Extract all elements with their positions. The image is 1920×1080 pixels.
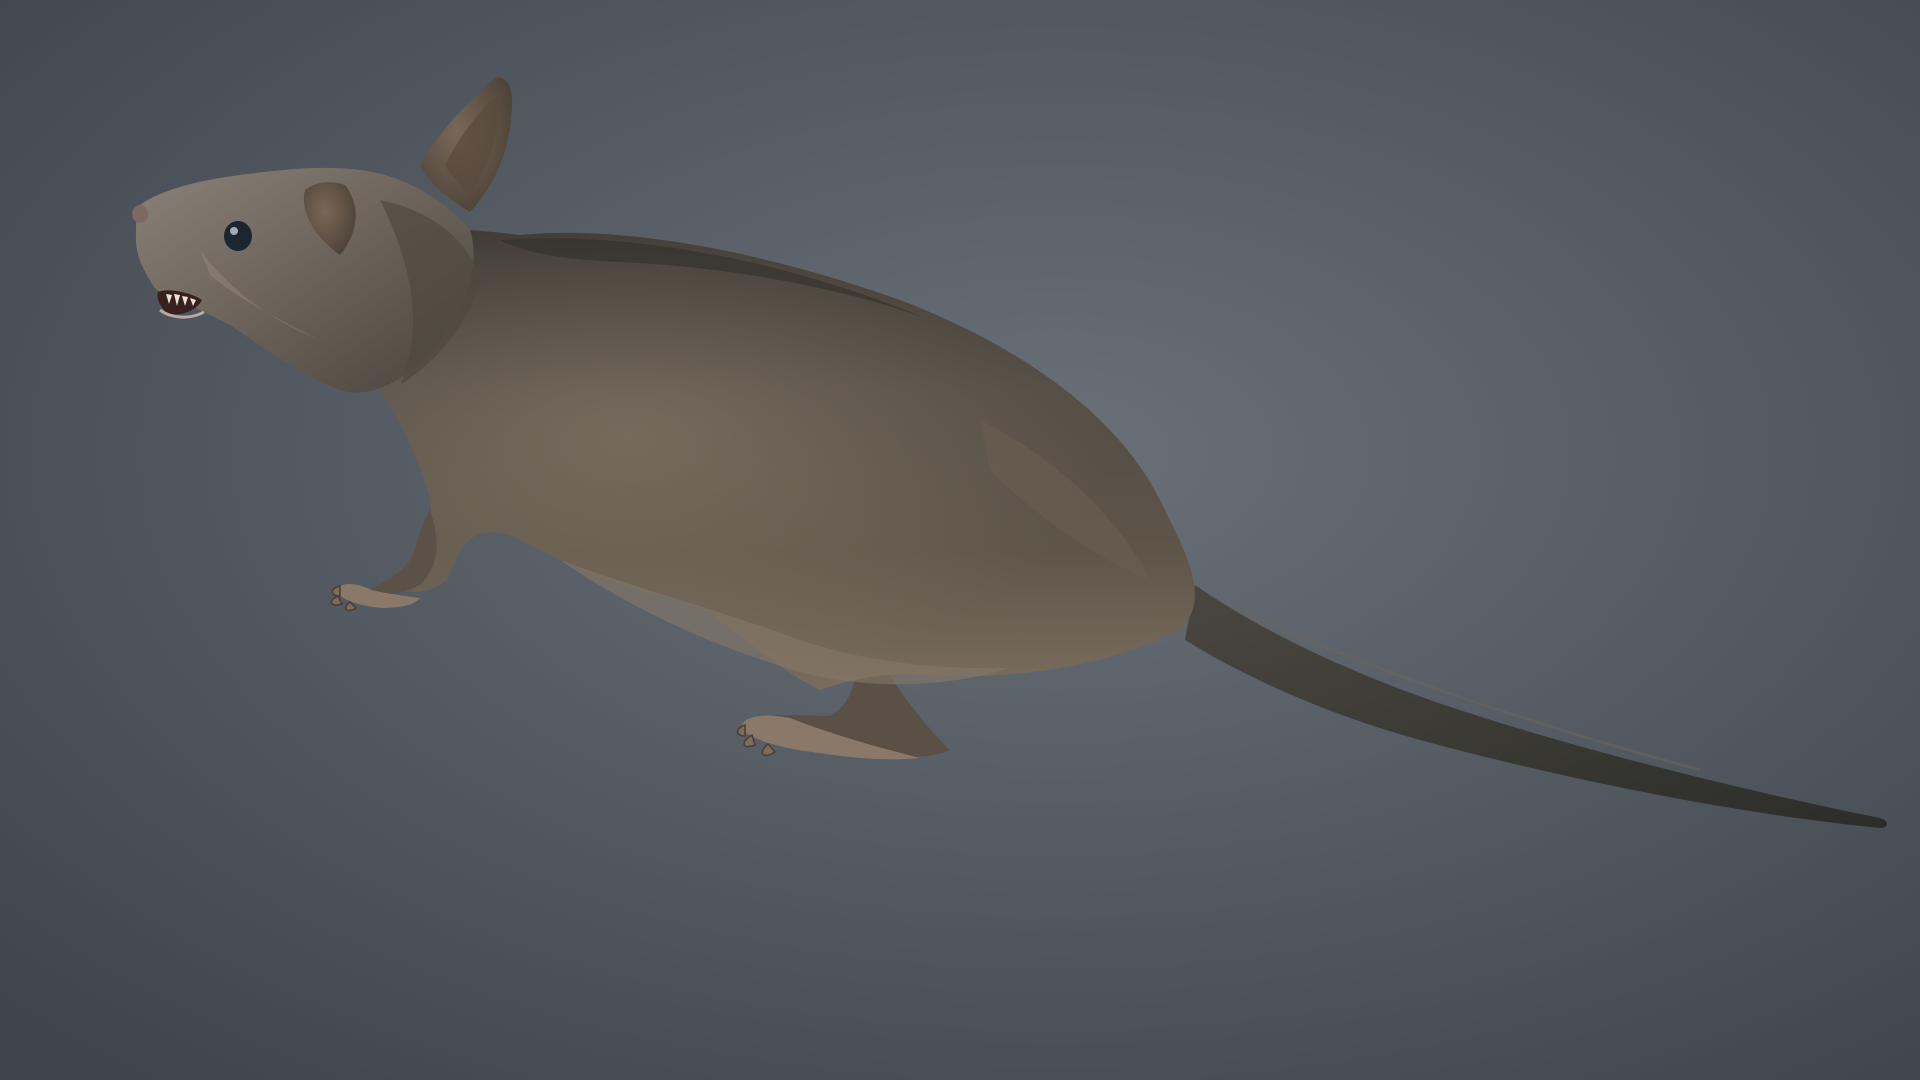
rat-nose [132, 205, 148, 223]
render-viewport [0, 0, 1920, 1080]
rat-eye [224, 221, 252, 251]
rat-eye-highlight [230, 227, 238, 235]
rat-render-scene [0, 0, 1920, 1080]
